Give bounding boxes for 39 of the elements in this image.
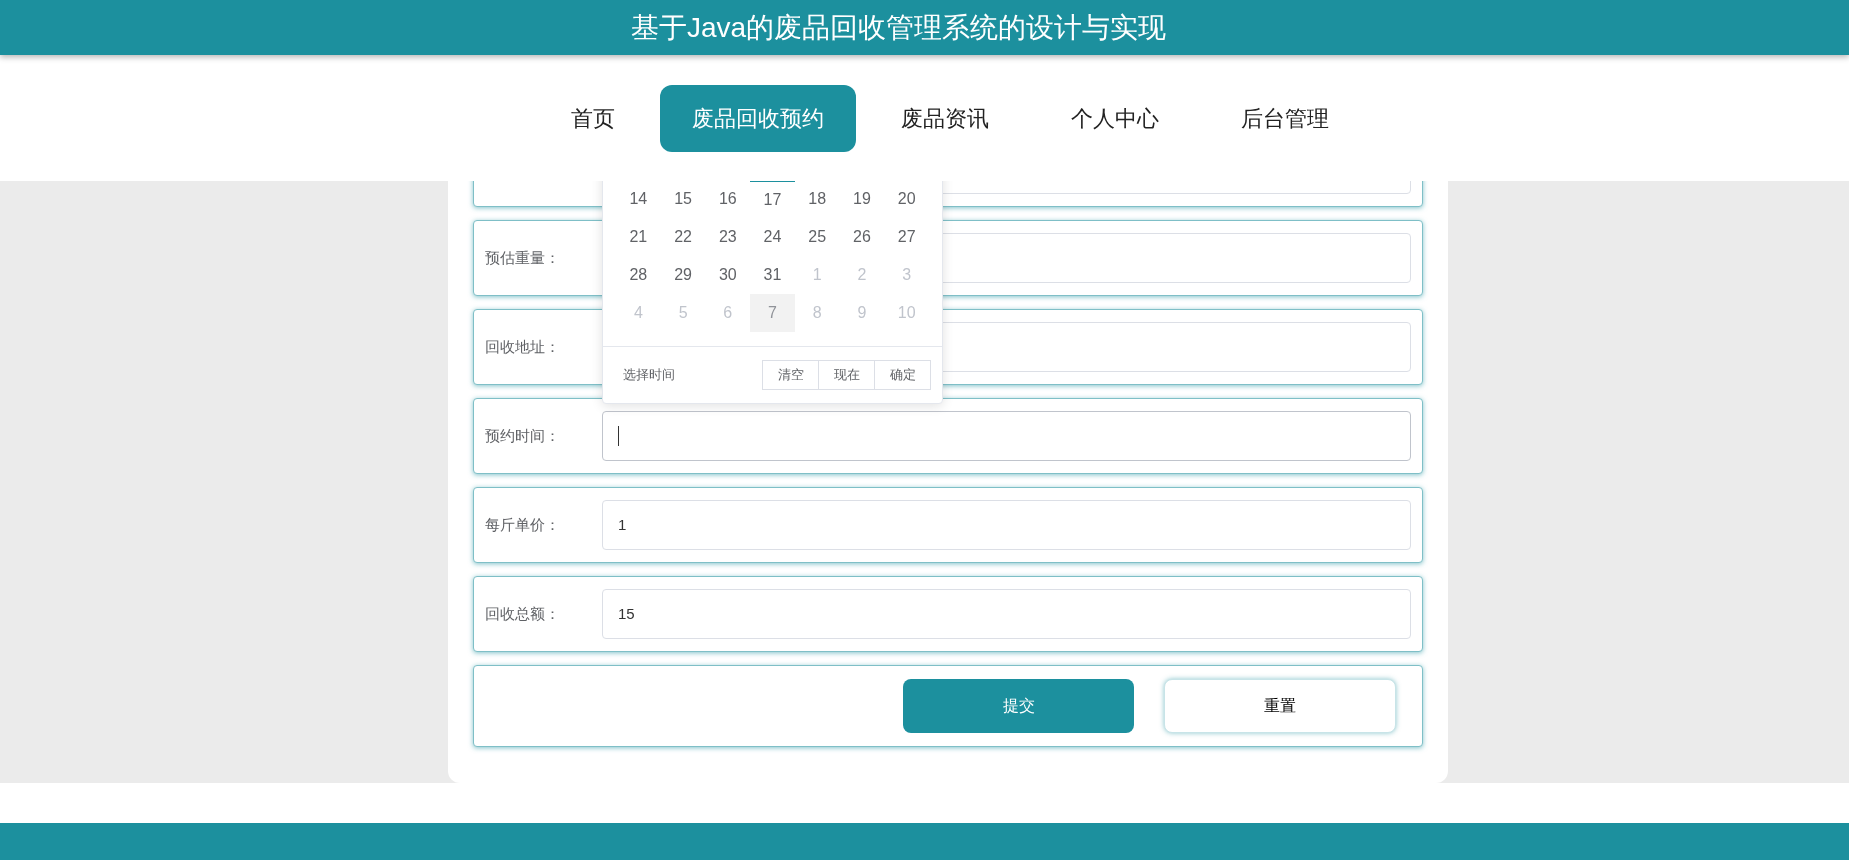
input-field[interactable]: 15 <box>602 589 1411 639</box>
calendar-day[interactable]: 15 <box>660 181 706 218</box>
nav-tab[interactable]: 首页 <box>533 84 652 152</box>
input-field[interactable]: 1 <box>602 500 1411 550</box>
calendar-day[interactable]: 31 <box>750 256 795 294</box>
calendar-day[interactable]: 23 <box>705 218 751 256</box>
calendar-day[interactable]: 29 <box>660 256 706 294</box>
picker-label: 选择时间 <box>623 366 675 385</box>
calendar-day[interactable]: 22 <box>660 218 706 256</box>
calendar-day[interactable]: 24 <box>750 218 795 256</box>
calendar-day[interactable]: 16 <box>705 181 751 218</box>
field-label: 回收总额： <box>485 603 561 624</box>
calendar-day[interactable]: 18 <box>794 181 840 218</box>
submit-button[interactable]: 提交 <box>903 679 1134 733</box>
picker-button[interactable]: 清空 <box>762 360 819 390</box>
picker-button[interactable]: 现在 <box>818 360 875 390</box>
nav-tab[interactable]: 废品回收预约 <box>659 84 856 152</box>
calendar-day[interactable]: 25 <box>794 218 840 256</box>
text-cursor <box>618 426 619 446</box>
calendar-day[interactable]: 27 <box>884 218 930 256</box>
field-label: 预约时间： <box>485 425 561 446</box>
page-title: 基于Java的废品回收管理系统的设计与实现 <box>630 13 1167 42</box>
calendar-day[interactable]: 14 <box>616 181 661 218</box>
nav-tab[interactable]: 后台管理 <box>1203 84 1366 152</box>
picker-button[interactable]: 确定 <box>874 360 931 390</box>
reset-button[interactable]: 重置 <box>1164 679 1396 733</box>
field-label: 回收地址： <box>485 336 561 357</box>
field-label: 预估重量： <box>485 247 561 268</box>
calendar-day[interactable]: 28 <box>616 256 661 294</box>
calendar-day[interactable]: 17 <box>750 181 795 218</box>
calendar-day[interactable]: 20 <box>884 181 930 218</box>
field-label: 每斤单价： <box>485 514 561 535</box>
calendar-day[interactable]: 30 <box>705 256 751 294</box>
calendar-day[interactable]: 19 <box>839 181 885 218</box>
nav-tab[interactable]: 废品资讯 <box>863 84 1026 152</box>
calendar-day[interactable]: 26 <box>839 218 885 256</box>
nav-tab[interactable]: 个人中心 <box>1033 84 1196 152</box>
input-field[interactable] <box>602 411 1411 461</box>
calendar-day[interactable]: 21 <box>616 218 661 256</box>
